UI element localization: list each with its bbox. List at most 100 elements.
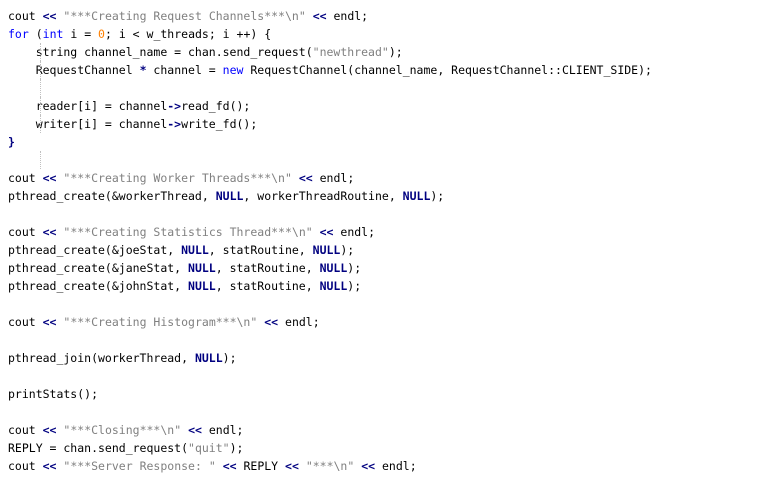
number-literal: 0 xyxy=(98,27,105,41)
code-token: channel = xyxy=(146,63,223,77)
code-line: cout << "***Creating Statistics Thread**… xyxy=(8,223,652,241)
code-line: pthread_create(&janeStat, NULL, statRout… xyxy=(8,259,652,277)
indent-guide xyxy=(40,97,41,115)
code-token: REPLY = chan.send_request( xyxy=(8,441,189,455)
code-line: } xyxy=(8,133,652,151)
code-line: string channel_name = chan.send_request(… xyxy=(8,43,652,61)
operator-token: << xyxy=(319,225,334,239)
null-constant: NULL xyxy=(194,351,223,365)
indent-guide xyxy=(40,43,41,61)
operator-token: -> xyxy=(167,99,182,113)
code-line: for (int i = 0; i < w_threads; i ++) { xyxy=(8,25,652,43)
code-token: , statRoutine, xyxy=(215,279,320,293)
string-literal: "***Creating Statistics Thread***\n" xyxy=(63,225,313,239)
code-line: cout << "***Creating Request Channels***… xyxy=(8,7,652,25)
null-constant: NULL xyxy=(319,261,348,275)
null-constant: NULL xyxy=(215,189,244,203)
operator-token: << xyxy=(312,9,327,23)
code-token: i = xyxy=(63,27,99,41)
code-token: writer[i] = channel xyxy=(8,117,168,131)
null-constant: NULL xyxy=(188,261,216,275)
indent-guide xyxy=(40,151,41,169)
code-token: ); xyxy=(347,279,362,293)
indent-guide xyxy=(40,61,41,79)
operator-token: << xyxy=(285,459,299,473)
null-constant: NULL xyxy=(312,243,341,257)
code-line: cout << "***Server Response: " << REPLY … xyxy=(8,457,652,475)
keyword-token: int xyxy=(42,27,64,41)
string-literal: "***Creating Worker Threads***\n" xyxy=(63,171,292,185)
code-token: reader[i] = channel xyxy=(8,99,168,113)
code-token: cout xyxy=(8,315,43,329)
code-token: ( xyxy=(28,27,43,41)
code-line: cout << "***Creating Worker Threads***\n… xyxy=(8,169,652,187)
operator-token: << xyxy=(264,315,279,329)
code-token: ); xyxy=(229,441,244,455)
string-literal: "***\n" xyxy=(305,459,355,473)
string-literal: "***Creating Request Channels***\n" xyxy=(63,9,306,23)
code-token: endl; xyxy=(312,171,355,185)
code-token: string channel_name = chan.send_request( xyxy=(8,45,313,59)
code-editor[interactable]: cout << "***Creating Request Channels***… xyxy=(0,0,757,480)
operator-token: * xyxy=(139,63,147,77)
code-line: cout << "***Creating Histogram***\n" << … xyxy=(8,313,652,331)
code-token: write_fd(); xyxy=(181,117,258,131)
string-literal: "***Creating Histogram***\n" xyxy=(63,315,258,329)
string-literal: "***Closing***\n" xyxy=(63,423,182,437)
operator-token: << xyxy=(42,423,57,437)
code-token: ); xyxy=(340,243,355,257)
code-token: pthread_create(&johnStat, xyxy=(8,279,189,293)
code-token: ); xyxy=(388,45,403,59)
code-token: , workerThreadRoutine, xyxy=(243,189,403,203)
code-line: pthread_create(&johnStat, NULL, statRout… xyxy=(8,277,652,295)
code-text-area[interactable]: cout << "***Creating Request Channels***… xyxy=(8,7,652,475)
code-line: pthread_create(&workerThread, NULL, work… xyxy=(8,187,652,205)
operator-token: << xyxy=(42,459,57,473)
null-constant: NULL xyxy=(402,189,431,203)
code-line: writer[i] = channel->write_fd(); xyxy=(8,115,652,133)
keyword-token: for xyxy=(8,27,29,41)
code-token: ); xyxy=(347,261,362,275)
code-token: endl; xyxy=(375,459,417,473)
code-token: , statRoutine, xyxy=(208,243,313,257)
code-line: reader[i] = channel->read_fd(); xyxy=(8,97,652,115)
operator-token: << xyxy=(42,225,57,239)
keyword-token: new xyxy=(222,63,244,77)
code-token: cout xyxy=(8,9,43,23)
code-token: cout xyxy=(8,459,43,473)
code-line: cout << "***Closing***\n" << endl; xyxy=(8,421,652,439)
code-token: pthread_create(&workerThread, xyxy=(8,189,216,203)
code-token: read_fd(); xyxy=(181,99,251,113)
code-token: pthread_create(&joeStat, xyxy=(8,243,182,257)
operator-token: } xyxy=(8,135,15,149)
code-token: , statRoutine, xyxy=(215,261,320,275)
code-token: ; i < w_threads; i ++) { xyxy=(104,27,272,41)
code-token: RequestChannel xyxy=(8,63,140,77)
code-token: REPLY xyxy=(236,459,286,473)
code-line: REPLY = chan.send_request("quit"); xyxy=(8,439,652,457)
code-token: pthread_create(&janeStat, xyxy=(8,261,189,275)
code-line: printStats(); xyxy=(8,385,652,403)
code-token: endl; xyxy=(201,423,244,437)
operator-token: << xyxy=(42,9,57,23)
operator-token: << xyxy=(42,315,57,329)
code-line xyxy=(8,79,652,97)
operator-token: -> xyxy=(167,117,182,131)
string-literal: "quit" xyxy=(188,441,230,455)
code-token: endl; xyxy=(326,9,369,23)
code-line: pthread_join(workerThread, NULL); xyxy=(8,349,652,367)
code-line: RequestChannel * channel = new RequestCh… xyxy=(8,61,652,79)
string-literal: "newthread" xyxy=(312,45,389,59)
null-constant: NULL xyxy=(188,279,216,293)
code-token: RequestChannel(channel_name, RequestChan… xyxy=(243,63,652,77)
